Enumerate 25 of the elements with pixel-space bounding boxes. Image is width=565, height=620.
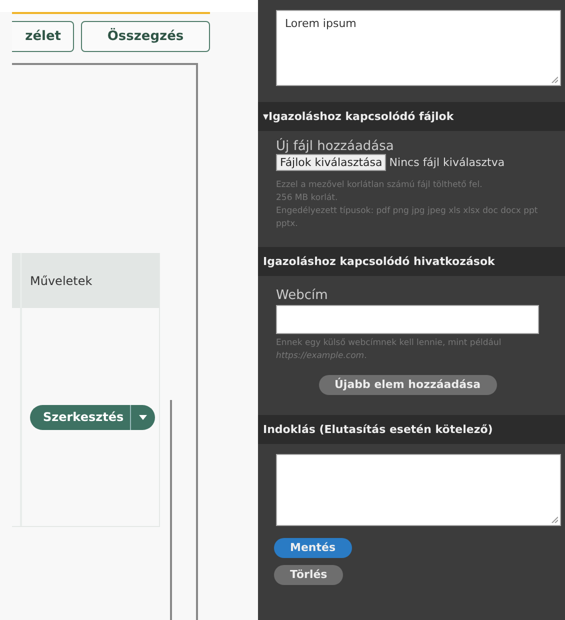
caret-icon <box>138 414 147 420</box>
help-text: Ezzel a mezővel korlátlan számú fájl tölthető fel. <box>276 179 484 192</box>
text-area[interactable]: Lorem ipsum <box>276 10 561 86</box>
url-field[interactable] <box>276 305 539 334</box>
section-header[interactable]: ▾Igazoláshoz kapcsolódó fájlok <box>258 102 565 131</box>
resize-handle-icon[interactable] <box>551 516 558 522</box>
field-label: Webcím <box>276 288 329 303</box>
edit-split-button[interactable]: Szerkesztés <box>30 404 155 430</box>
resize-handle-icon[interactable] <box>551 76 558 83</box>
help-text: Ennek egy külső webcímnek kell lennie, mint például https://example.com. <box>276 338 502 361</box>
help-text: Engedélyezett típusok: pdf png jpg jpeg xls xlsx doc docx ppt pptx. <box>276 205 539 231</box>
tab[interactable]: zélet <box>12 21 74 52</box>
field-label: Új fájl hozzáadása <box>276 139 395 154</box>
section-header: Indoklás (Elutasítás esetén kötelező) <box>258 414 565 444</box>
tab[interactable]: Összegzés <box>81 21 210 52</box>
choose-files-button[interactable]: Fájlok kiválasztása <box>276 154 386 171</box>
section-header: Igazoláshoz kapcsolódó hivatkozások <box>258 247 565 276</box>
add-item-button[interactable]: Újabb elem hozzáadása <box>318 374 496 394</box>
delete-button[interactable]: Törlés <box>274 564 344 584</box>
text-area[interactable] <box>276 454 561 526</box>
column-header: Műveletek <box>29 272 94 290</box>
save-button[interactable]: Mentés <box>274 538 352 558</box>
help-text: 256 MB korlát. <box>276 192 339 205</box>
file-status: Nincs fájl kiválasztva <box>389 156 505 169</box>
edit-button[interactable]: Szerkesztés <box>30 404 131 430</box>
